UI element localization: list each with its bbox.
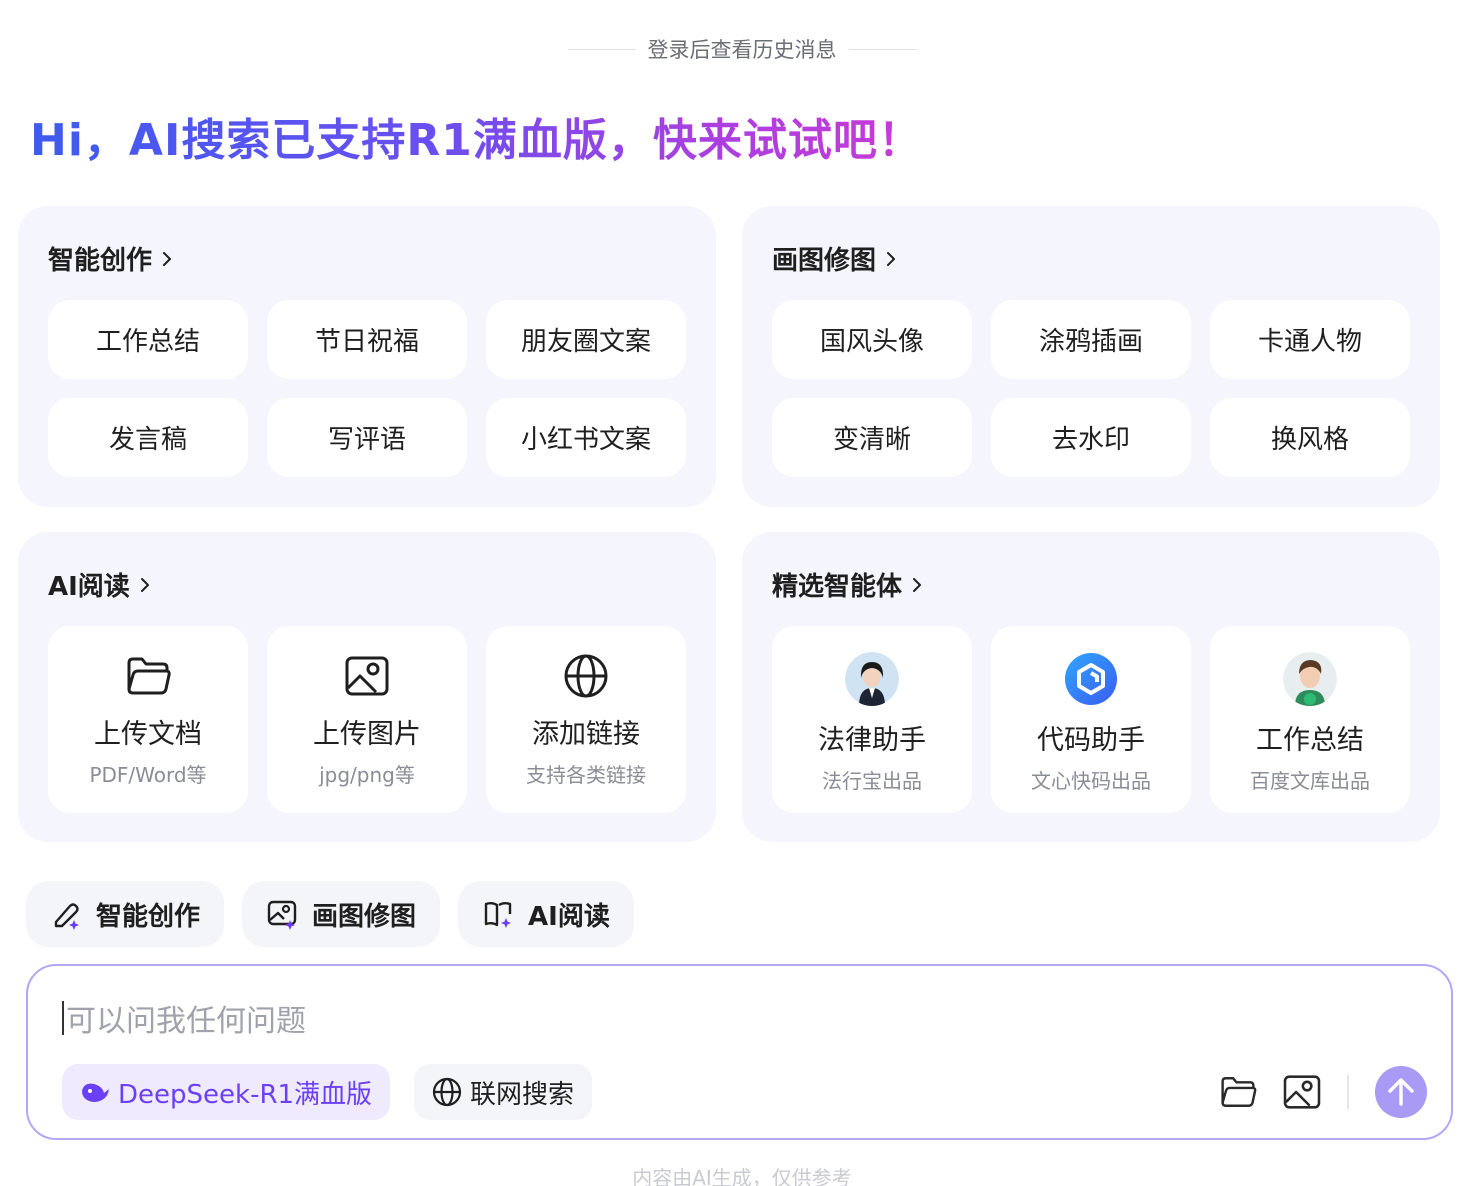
creation-item-moments-copy[interactable]: 朋友圈文案 bbox=[486, 300, 686, 379]
divider-right bbox=[848, 48, 917, 50]
model-chip-label: DeepSeek-R1满血版 bbox=[118, 1079, 373, 1110]
image-icon bbox=[343, 652, 391, 700]
tool-smart-creation[interactable]: 智能创作 bbox=[26, 881, 225, 947]
composer-actions bbox=[1219, 1066, 1427, 1118]
drawing-item-sharpen[interactable]: 变清晰 bbox=[772, 398, 972, 477]
upload-image-icon[interactable] bbox=[1283, 1075, 1321, 1109]
drawing-item-doodle[interactable]: 涂鸦插画 bbox=[991, 300, 1191, 379]
card-agents: 精选智能体 法律助手 法行宝出品 代码助手 文心快码出品 工作总结 百度文库出品 bbox=[742, 532, 1440, 842]
globe-icon bbox=[432, 1077, 462, 1107]
chat-input-placeholder: 可以问我任何问题 bbox=[66, 1004, 306, 1039]
card-agents-title[interactable]: 精选智能体 bbox=[772, 566, 926, 603]
drawing-item-cartoon[interactable]: 卡通人物 bbox=[1210, 300, 1410, 379]
tool-bar: 智能创作 画图修图 AI阅读 bbox=[26, 881, 634, 947]
chevron-right-icon bbox=[913, 577, 922, 592]
model-selector-chip[interactable]: DeepSeek-R1满血版 bbox=[62, 1064, 391, 1120]
tile-sublabel: 百度文库出品 bbox=[1250, 769, 1370, 793]
deepseek-whale-icon bbox=[82, 1083, 109, 1102]
creation-grid: 工作总结 节日祝福 朋友圈文案 发言稿 写评语 小红书文案 bbox=[48, 300, 686, 477]
web-chip-label: 联网搜索 bbox=[470, 1079, 575, 1110]
divider-left bbox=[567, 48, 636, 50]
tile-sublabel: PDF/Word等 bbox=[89, 763, 207, 787]
tool-label: 画图修图 bbox=[312, 901, 417, 932]
drawing-grid: 国风头像 涂鸦插画 卡通人物 变清晰 去水印 换风格 bbox=[772, 300, 1410, 477]
creation-item-speech[interactable]: 发言稿 bbox=[48, 398, 248, 477]
drawing-item-guofeng-avatar[interactable]: 国风头像 bbox=[772, 300, 972, 379]
tile-label: 上传图片 bbox=[313, 719, 421, 750]
card-drawing-title-text: 画图修图 bbox=[772, 246, 877, 276]
globe-icon bbox=[562, 652, 610, 700]
book-sparkle-icon bbox=[484, 902, 512, 928]
chevron-right-icon bbox=[887, 251, 896, 266]
card-reading-title[interactable]: AI阅读 bbox=[48, 566, 154, 603]
text-caret bbox=[62, 1001, 64, 1035]
creation-item-comments[interactable]: 写评语 bbox=[267, 398, 467, 477]
card-reading-title-text: AI阅读 bbox=[48, 572, 130, 602]
arrow-up-icon bbox=[1388, 1078, 1414, 1106]
tool-label: AI阅读 bbox=[528, 901, 610, 932]
tool-drawing[interactable]: 画图修图 bbox=[242, 881, 441, 947]
tile-label: 工作总结 bbox=[1256, 725, 1364, 756]
image-sparkle-icon bbox=[267, 900, 297, 930]
card-creation: 智能创作 工作总结 节日祝福 朋友圈文案 发言稿 写评语 小红书文案 bbox=[18, 206, 716, 507]
reading-upload-image[interactable]: 上传图片 jpg/png等 bbox=[267, 626, 467, 813]
tile-label: 法律助手 bbox=[818, 725, 926, 756]
actions-divider bbox=[1347, 1075, 1349, 1109]
cartoon-avatar-icon bbox=[1283, 652, 1337, 706]
creation-item-xiaohongshu-copy[interactable]: 小红书文案 bbox=[486, 398, 686, 477]
folder-icon bbox=[124, 652, 172, 700]
card-agents-title-text: 精选智能体 bbox=[772, 572, 903, 602]
upload-folder-icon[interactable] bbox=[1219, 1075, 1257, 1109]
tool-ai-reading[interactable]: AI阅读 bbox=[458, 881, 634, 947]
agent-code-assistant[interactable]: 代码助手 文心快码出品 bbox=[991, 626, 1191, 813]
history-hint-text[interactable]: 登录后查看历史消息 bbox=[648, 34, 837, 64]
page-headline: Hi，AI搜索已支持R1满血版，快来试试吧！ bbox=[30, 104, 923, 168]
ai-disclaimer: 内容由AI生成，仅供参考 bbox=[632, 1166, 852, 1186]
code-logo-icon bbox=[1064, 652, 1118, 706]
pen-sparkle-icon bbox=[54, 903, 79, 930]
reading-grid: 上传文档 PDF/Word等 上传图片 jpg/png等 添加链接 支持各类链接 bbox=[48, 626, 686, 813]
tile-sublabel: 文心快码出品 bbox=[1031, 769, 1151, 793]
tool-label: 智能创作 bbox=[96, 901, 201, 932]
card-reading: AI阅读 上传文档 PDF/Word等 上传图片 jpg/png等 添加链接 支… bbox=[18, 532, 716, 842]
agents-grid: 法律助手 法行宝出品 代码助手 文心快码出品 工作总结 百度文库出品 bbox=[772, 626, 1410, 813]
web-search-chip[interactable]: 联网搜索 bbox=[414, 1064, 593, 1120]
tile-sublabel: 法行宝出品 bbox=[822, 769, 922, 793]
card-drawing-title[interactable]: 画图修图 bbox=[772, 240, 900, 277]
tile-sublabel: jpg/png等 bbox=[319, 763, 415, 787]
send-button[interactable] bbox=[1375, 1066, 1427, 1118]
history-hint[interactable]: 登录后查看历史消息 bbox=[0, 34, 1484, 64]
lawyer-avatar-icon bbox=[845, 652, 899, 706]
creation-item-holiday-wishes[interactable]: 节日祝福 bbox=[267, 300, 467, 379]
chat-input[interactable]: 可以问我任何问题 bbox=[62, 996, 306, 1040]
card-drawing: 画图修图 国风头像 涂鸦插画 卡通人物 变清晰 去水印 换风格 bbox=[742, 206, 1440, 507]
card-creation-title-text: 智能创作 bbox=[48, 246, 153, 276]
drawing-item-change-style[interactable]: 换风格 bbox=[1210, 398, 1410, 477]
tile-label: 代码助手 bbox=[1037, 725, 1145, 756]
creation-item-work-summary[interactable]: 工作总结 bbox=[48, 300, 248, 379]
card-creation-title[interactable]: 智能创作 bbox=[48, 240, 176, 277]
reading-upload-document[interactable]: 上传文档 PDF/Word等 bbox=[48, 626, 248, 813]
chevron-right-icon bbox=[140, 577, 149, 592]
reading-add-link[interactable]: 添加链接 支持各类链接 bbox=[486, 626, 686, 813]
agent-work-summary[interactable]: 工作总结 百度文库出品 bbox=[1210, 626, 1410, 813]
drawing-item-remove-watermark[interactable]: 去水印 bbox=[991, 398, 1191, 477]
tile-label: 添加链接 bbox=[532, 719, 640, 750]
chevron-right-icon bbox=[163, 251, 172, 266]
tile-label: 上传文档 bbox=[94, 719, 202, 750]
chat-composer[interactable]: 可以问我任何问题 DeepSeek-R1满血版 联网搜索 bbox=[26, 964, 1453, 1140]
agent-legal-assistant[interactable]: 法律助手 法行宝出品 bbox=[772, 626, 972, 813]
tile-sublabel: 支持各类链接 bbox=[526, 763, 646, 787]
